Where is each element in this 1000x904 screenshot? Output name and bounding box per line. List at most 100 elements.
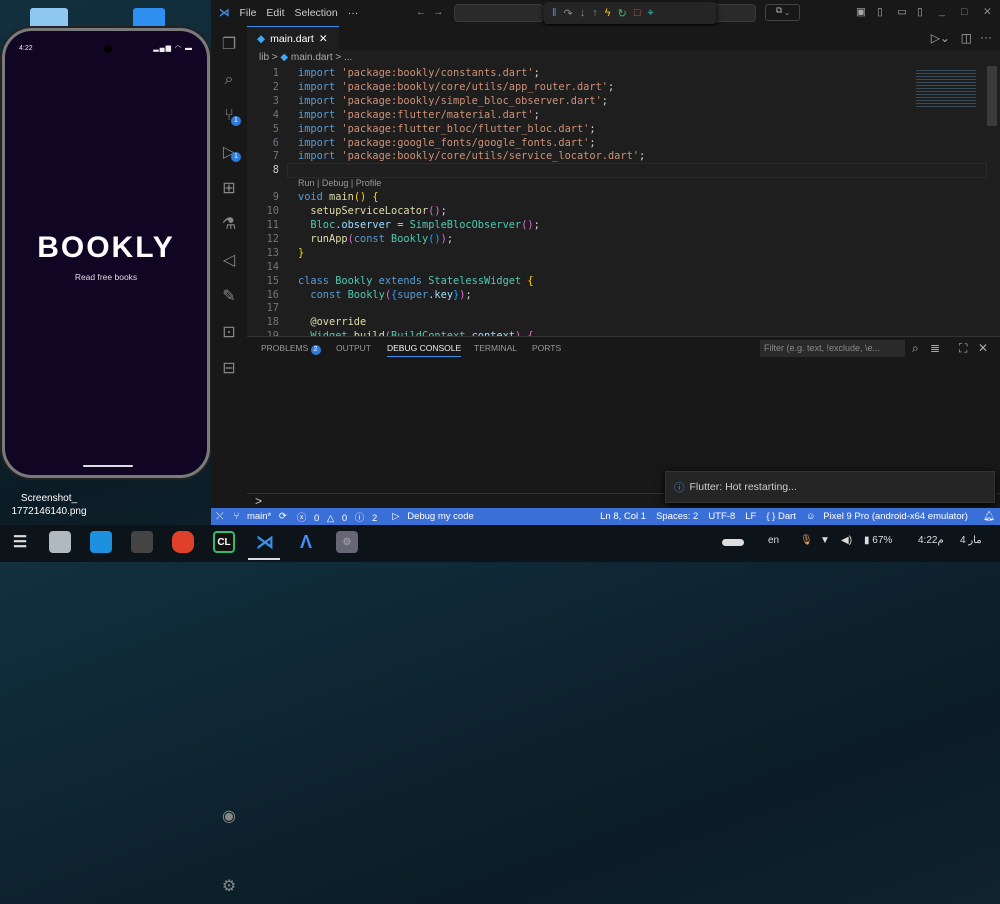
folder-icon[interactable] <box>30 8 68 30</box>
codelens[interactable]: Run | Debug | Profile <box>298 178 381 188</box>
document-icon[interactable] <box>133 8 165 30</box>
tab-terminal[interactable]: TERMINAL <box>474 343 517 353</box>
code-line[interactable]: import 'package:google_fonts/google_font… <box>298 137 596 149</box>
code-line[interactable]: @override <box>298 316 366 328</box>
testing-icon[interactable]: ⚗ <box>211 206 247 242</box>
pen-icon[interactable]: ✎ <box>211 278 247 314</box>
maximize-panel-icon[interactable]: ⛶ <box>959 341 967 356</box>
extensions-icon[interactable]: ⊞ <box>211 170 247 206</box>
encoding[interactable]: UTF-8 <box>703 511 740 522</box>
vscode-taskbar-icon[interactable]: ⋊ <box>254 531 276 553</box>
code-line[interactable]: Bloc.observer = SimpleBlocObserver(); <box>298 219 540 231</box>
remote-icon[interactable]: ⤬ <box>211 511 229 522</box>
code-line[interactable]: import 'package:bookly/simple_bloc_obser… <box>298 95 608 107</box>
remote-explorer-icon[interactable]: ⊟ <box>211 350 247 386</box>
code-line[interactable]: import 'package:bookly/core/utils/servic… <box>298 150 645 162</box>
split-editor-icon[interactable]: ◫ <box>961 31 972 45</box>
toggle-secondary-sidebar-icon[interactable]: ▯ <box>917 6 923 18</box>
source-control-icon[interactable]: ⑂1 <box>211 98 247 134</box>
device-selector[interactable]: ☺ Pixel 9 Pro (android-x64 emulator) <box>801 511 978 522</box>
breadcrumb-symbol[interactable]: ... <box>344 52 352 63</box>
run-debug-icon[interactable]: ▷1 <box>211 134 247 170</box>
search-icon[interactable]: ⌕ <box>211 62 247 98</box>
tab-problems[interactable]: PROBLEMS 2 <box>261 343 321 355</box>
volume-icon[interactable]: ◀) <box>841 535 852 546</box>
toggle-sidebar-icon[interactable]: ▯ <box>877 6 883 18</box>
tab-ports[interactable]: PORTS <box>532 343 561 353</box>
battery-indicator[interactable]: ▮ 67% <box>864 535 892 546</box>
search-icon[interactable]: ⌕ <box>912 341 919 356</box>
settings-taskbar-icon[interactable]: ⚙ <box>336 531 358 553</box>
editor-scrollbar[interactable] <box>987 66 997 126</box>
eol[interactable]: LF <box>740 511 761 522</box>
code-line[interactable]: runApp(const Bookly()); <box>298 233 453 245</box>
keyboard-language[interactable]: en <box>768 535 779 546</box>
hot-reload-icon[interactable]: ϟ <box>605 7 611 19</box>
inspect-icon[interactable]: ⌖ <box>647 7 653 20</box>
code-line[interactable]: import 'package:flutter_bloc/flutter_blo… <box>298 123 596 135</box>
language-mode[interactable]: { } Dart <box>761 511 801 522</box>
toggle-panel-icon[interactable]: ▭ <box>897 6 907 18</box>
wifi-icon[interactable]: ▼ <box>820 535 830 546</box>
menu-edit[interactable]: Edit <box>266 7 284 19</box>
breadcrumb-lib[interactable]: lib <box>259 52 269 63</box>
notification-toast[interactable]: ⓘ Flutter: Hot restarting... <box>665 471 995 503</box>
minimize-icon[interactable]: _ <box>939 5 945 17</box>
desktop-file-screenshot[interactable]: Screenshot_ 1772146140.png <box>0 492 98 518</box>
workspace-indicator[interactable] <box>722 539 744 546</box>
filter-input[interactable]: Filter (e.g. text, !exclude, \e... <box>760 340 905 357</box>
maximize-icon[interactable]: □ <box>961 6 967 18</box>
home-indicator[interactable] <box>83 465 133 467</box>
step-over-icon[interactable]: ↷ <box>564 7 573 20</box>
step-out-icon[interactable]: ↑ <box>592 7 598 19</box>
code-line[interactable]: import 'package:bookly/core/utils/app_ro… <box>298 81 614 93</box>
code-line[interactable]: setupServiceLocator(); <box>298 205 447 217</box>
pause-icon[interactable]: ‖ <box>552 7 557 19</box>
terminal-icon[interactable] <box>131 531 153 553</box>
more-actions-icon[interactable]: ··· <box>980 30 992 44</box>
layout-icon[interactable]: ▣ <box>856 6 866 18</box>
flutter-icon[interactable]: ◁ <box>211 242 247 278</box>
tab-main-dart[interactable]: ◆ main.dart ✕ <box>247 26 339 50</box>
indentation[interactable]: Spaces: 2 <box>651 511 703 522</box>
clear-console-icon[interactable]: ≣ <box>930 341 940 355</box>
tab-debug-console[interactable]: DEBUG CONSOLE <box>387 343 461 357</box>
tab-close-icon[interactable]: ✕ <box>319 33 328 45</box>
breadcrumb-file[interactable]: main.dart <box>291 52 333 63</box>
minimap[interactable] <box>916 68 976 108</box>
code-line[interactable]: const Bookly({super.key}); <box>298 289 472 301</box>
problems-indicator[interactable]: ⓧ 0 △ 0 ⓘ 2 <box>292 510 387 524</box>
zorin-menu-icon[interactable]: ☰ <box>9 531 31 553</box>
step-into-icon[interactable]: ↓ <box>580 7 586 19</box>
android-emulator[interactable]: 4:22 ▂▄▆ ◠ ▬ BOOKLY Read free books <box>2 28 210 478</box>
back-icon[interactable]: ← <box>416 6 427 18</box>
notifications-icon[interactable]: 🔔︎ <box>978 511 1000 522</box>
menu-more[interactable]: ··· <box>348 7 359 19</box>
cursor-position[interactable]: Ln 8, Col 1 <box>595 511 651 522</box>
stop-icon[interactable]: □ <box>634 7 641 19</box>
android-studio-icon[interactable]: Λ <box>295 531 317 553</box>
restart-icon[interactable]: ↻ <box>618 7 627 20</box>
files-icon[interactable] <box>49 531 71 553</box>
command-center[interactable] <box>454 4 544 22</box>
code-line[interactable]: void main() { <box>298 191 379 203</box>
close-icon[interactable]: ✕ <box>983 6 992 18</box>
close-panel-icon[interactable]: ✕ <box>978 341 988 355</box>
settings-gear-icon[interactable]: ⚙ <box>211 868 247 904</box>
clock-time[interactable]: 4:22م <box>918 535 944 546</box>
forward-icon[interactable]: → <box>433 6 444 18</box>
debug-config[interactable]: ▷ Debug my code <box>387 511 484 522</box>
account-icon[interactable]: ◉ <box>211 798 247 834</box>
clock-date[interactable]: 4 مار <box>960 535 982 546</box>
code-editor[interactable]: 1import 'package:bookly/constants.dart';… <box>247 66 987 336</box>
code-line[interactable]: import 'package:bookly/constants.dart'; <box>298 67 540 79</box>
screenshot-icon[interactable]: ⊡ <box>211 314 247 350</box>
clion-icon[interactable]: CL <box>213 531 235 553</box>
menu-selection[interactable]: Selection <box>295 7 338 19</box>
code-line[interactable]: import 'package:flutter/material.dart'; <box>298 109 540 121</box>
code-line[interactable]: } <box>298 247 304 259</box>
branch-indicator[interactable]: ⑂ main* ⟳ <box>229 511 292 522</box>
software-store-icon[interactable] <box>90 531 112 553</box>
explorer-icon[interactable]: ❐ <box>211 26 247 62</box>
tab-output[interactable]: OUTPUT <box>336 343 371 353</box>
